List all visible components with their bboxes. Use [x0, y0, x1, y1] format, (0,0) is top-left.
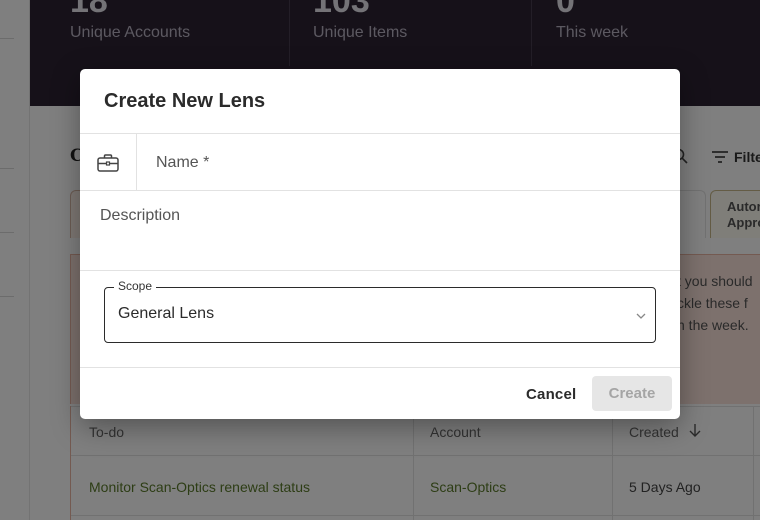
divider [80, 270, 680, 271]
create-button[interactable]: Create [592, 376, 672, 411]
divider [80, 190, 680, 191]
cancel-button[interactable]: Cancel [516, 377, 586, 411]
briefcase-icon [97, 153, 119, 172]
create-lens-dialog: Create New Lens Scope General Lens Cance… [80, 69, 680, 419]
scope-select[interactable]: Scope General Lens [104, 279, 656, 343]
description-input[interactable] [100, 207, 660, 257]
chevron-down-icon [636, 313, 646, 319]
divider [80, 367, 680, 368]
name-icon-cell [80, 134, 137, 191]
name-field-row [80, 134, 680, 191]
scope-label: Scope [114, 279, 157, 293]
name-input[interactable] [156, 152, 656, 174]
dialog-title: Create New Lens [104, 90, 266, 112]
scope-selected-value: General Lens [118, 305, 215, 322]
